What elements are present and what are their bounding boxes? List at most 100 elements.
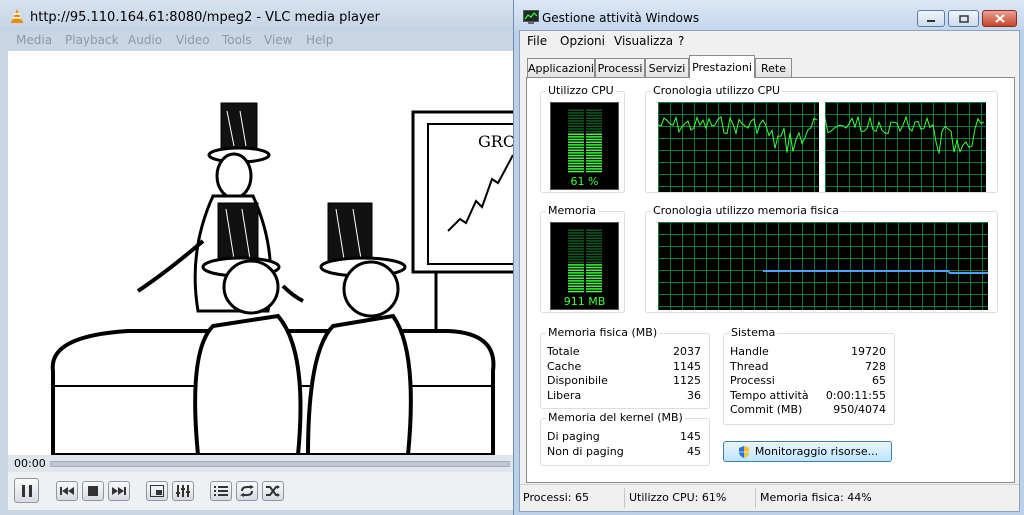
memory-meter-segment xyxy=(586,274,602,277)
cpu-meter-segment xyxy=(568,130,584,133)
system-group: Sistema Handle 19720 Thread 728 Processi… xyxy=(723,326,895,425)
cpu-meter-segment xyxy=(568,128,584,130)
cpu-history-group: Cronologia utilizzo CPU xyxy=(645,84,998,193)
memory-value: 911 MB xyxy=(563,295,606,308)
cpu-meter-segment xyxy=(586,112,602,114)
cpu-meter-segment xyxy=(568,125,584,127)
memory-meter-segment xyxy=(568,285,584,287)
seek-slider[interactable] xyxy=(50,461,510,467)
tab-performance[interactable]: Prestazioni xyxy=(689,55,755,78)
memory-meter-segment xyxy=(568,288,584,290)
previous-button[interactable] xyxy=(56,481,78,501)
seek-bar-row: 00:00 xyxy=(8,455,513,472)
tm-menu-help[interactable]: ? xyxy=(678,34,684,48)
system-processes-label: Processi xyxy=(730,374,775,387)
vlc-menu-video[interactable]: Video xyxy=(176,33,210,47)
vlc-menu-view[interactable]: View xyxy=(264,33,292,47)
cpu-meter-segment xyxy=(586,133,602,135)
system-uptime-label: Tempo attività xyxy=(730,389,809,402)
tab-processes[interactable]: Processi xyxy=(595,58,645,77)
memory-meter-segment xyxy=(586,269,602,271)
cpu-meter-segment xyxy=(568,165,584,167)
memory-meter-segment xyxy=(586,237,602,239)
cpu-meter-segment xyxy=(586,165,602,167)
cpu-meter-segment xyxy=(586,162,602,165)
memory-meter-bars xyxy=(568,229,602,293)
video-area[interactable]: GROW xyxy=(8,51,513,455)
cpu-meter-segment xyxy=(586,141,602,143)
cpu-meter-segment xyxy=(586,146,602,149)
close-button[interactable] xyxy=(982,10,1017,27)
cpu-meter-segment xyxy=(586,109,602,111)
tm-menu-options[interactable]: Opzioni xyxy=(560,34,605,48)
task-manager-window: Gestione attività Windows File Opzioni V… xyxy=(513,0,1024,515)
memory-meter-segment xyxy=(586,277,602,279)
memory-meter-segment xyxy=(586,280,602,282)
pause-button[interactable] xyxy=(14,478,39,503)
system-handles-label: Handle xyxy=(730,345,769,358)
tab-network[interactable]: Rete xyxy=(755,58,792,77)
memory-meter-segment xyxy=(568,245,584,247)
memory-meter-segment xyxy=(568,256,584,258)
cpu-history-line xyxy=(658,115,818,153)
memory-meter-segment xyxy=(586,282,602,285)
cpu-meter-segment xyxy=(586,144,602,146)
vlc-menu-audio[interactable]: Audio xyxy=(128,33,162,47)
system-threads-value: 728 xyxy=(865,360,886,373)
cpu-history-label: Cronologia utilizzo CPU xyxy=(651,84,783,97)
maximize-button[interactable] xyxy=(948,10,979,27)
memory-meter-segment xyxy=(586,250,602,253)
status-bar: Processi: 65 Utilizzo CPU: 61% Memoria f… xyxy=(520,484,1019,511)
vlc-menu-help[interactable]: Help xyxy=(306,33,333,47)
fullscreen-icon xyxy=(150,485,164,497)
cpu-meter-segment xyxy=(586,125,602,127)
kernel-nonpaged-label: Non di paging xyxy=(547,445,624,458)
tm-menu-view[interactable]: Visualizza xyxy=(614,34,673,48)
tab-applications[interactable]: Applicazioni xyxy=(527,58,595,77)
cpu-meter-segment xyxy=(568,160,584,162)
cpu-usage-value: 61 % xyxy=(570,175,599,188)
physical-memory-available-value: 1125 xyxy=(673,374,701,387)
physical-memory-cache-value: 1145 xyxy=(673,360,701,373)
extended-settings-button[interactable] xyxy=(172,481,194,501)
vlc-menu-playback[interactable]: Playback xyxy=(65,33,119,47)
fullscreen-button[interactable] xyxy=(146,481,168,501)
uac-shield-icon xyxy=(738,445,749,458)
next-button[interactable] xyxy=(108,481,130,501)
cpu-meter-segment xyxy=(586,120,602,122)
memory-meter-segment xyxy=(568,290,584,293)
memory-meter: 911 MB xyxy=(550,222,619,310)
playlist-button[interactable] xyxy=(210,481,232,501)
cpu-meter-segment xyxy=(586,122,602,125)
kernel-memory-group: Memoria del kernel (MB) Di paging 145 No… xyxy=(540,411,710,466)
pause-icon xyxy=(21,484,32,497)
kernel-nonpaged-value: 45 xyxy=(687,445,701,458)
memory-meter-segment xyxy=(586,261,602,263)
cpu-meter-segment xyxy=(586,157,602,159)
vlc-menu-media[interactable]: Media xyxy=(16,33,52,47)
tm-titlebar[interactable]: Gestione attività Windows xyxy=(514,0,1024,30)
memory-meter-segment xyxy=(586,285,602,287)
tm-menu-file[interactable]: File xyxy=(527,34,547,48)
memory-meter-segment xyxy=(586,253,602,255)
memory-meter-segment xyxy=(568,240,584,242)
vlc-menu-tools[interactable]: Tools xyxy=(222,33,252,47)
cpu-meter-segment xyxy=(568,152,584,154)
tm-window-title: Gestione attività Windows xyxy=(542,11,700,25)
loop-button[interactable] xyxy=(236,481,258,501)
cpu-meter-segment xyxy=(568,136,584,138)
vlc-titlebar[interactable]: http://95.110.164.61:8080/mpeg2 - VLC me… xyxy=(0,0,513,32)
cpu-history-line xyxy=(825,115,985,154)
tab-services[interactable]: Servizi xyxy=(645,58,689,77)
cpu-meter-segment xyxy=(568,168,584,170)
elapsed-time: 00:00 xyxy=(14,457,46,470)
cpu-meter-segment xyxy=(568,133,584,135)
shuffle-button[interactable] xyxy=(262,481,284,501)
task-manager-icon xyxy=(523,10,539,24)
resource-monitor-button[interactable]: Monitoraggio risorse... xyxy=(723,441,892,462)
stop-button[interactable] xyxy=(82,481,104,501)
memory-history-line xyxy=(763,270,988,274)
playlist-icon xyxy=(214,486,228,496)
minimize-button[interactable] xyxy=(917,10,945,27)
memory-meter-segment xyxy=(568,261,584,263)
